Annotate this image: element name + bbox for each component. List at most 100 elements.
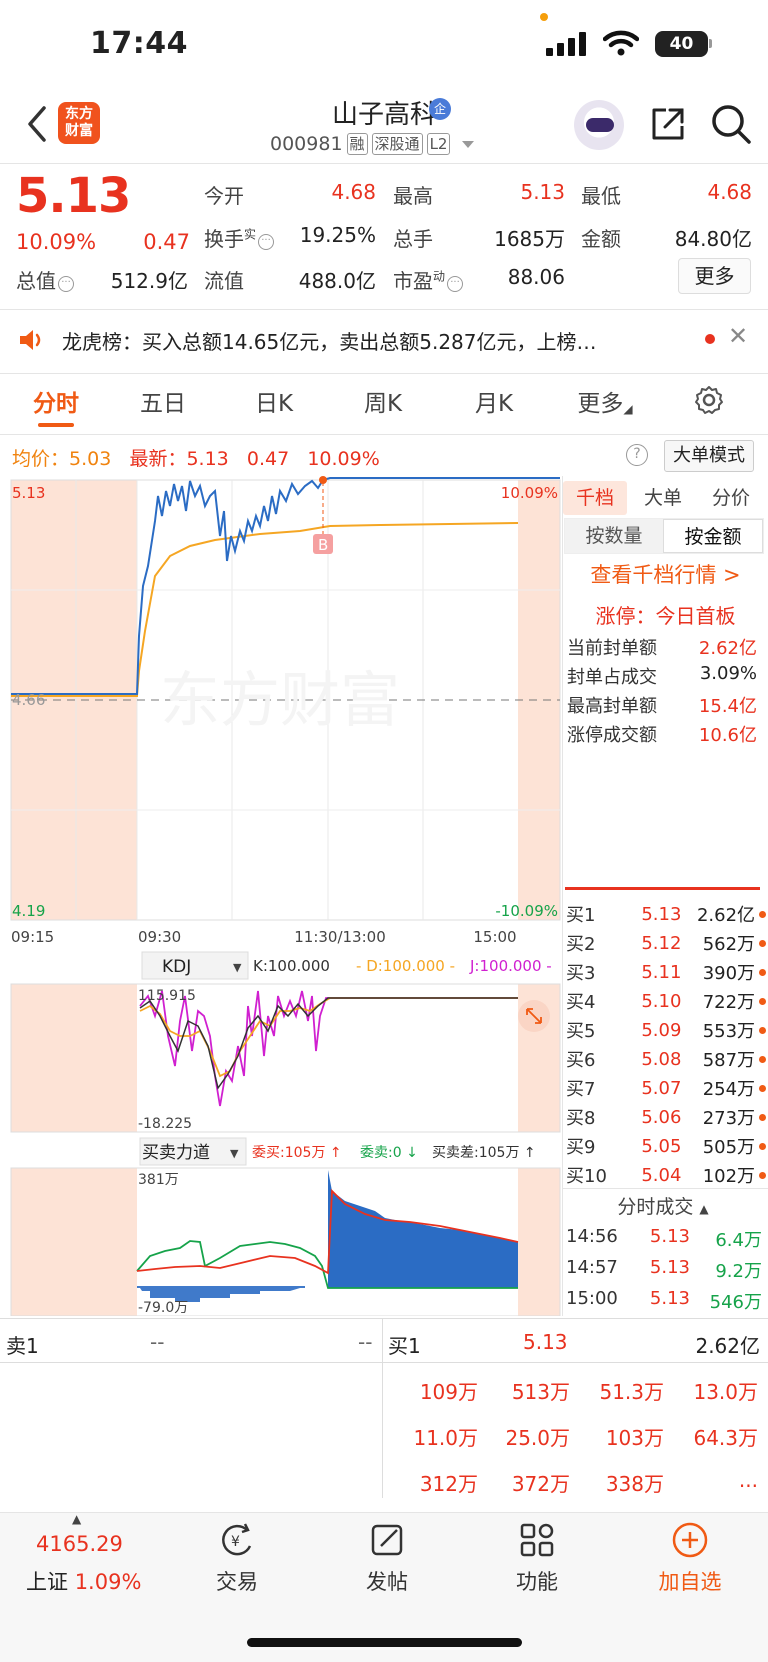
watermark: 东方财富 — [160, 667, 400, 734]
tab-depth[interactable]: 千档 — [563, 481, 627, 515]
intraday-info-line: 均价：5.03 最新：5.13 0.47 10.09% — [12, 444, 380, 471]
bid-volume: 102万 — [702, 1166, 756, 1187]
bid-dot — [759, 968, 767, 976]
nav-post[interactable]: 发帖 — [327, 1520, 447, 1596]
search-icon[interactable] — [709, 102, 753, 146]
kdj-d-text: D:100.000 — [366, 957, 445, 975]
tick-time: 14:57 — [566, 1257, 618, 1278]
pct-bottom-label: -10.09% — [495, 902, 558, 920]
turnover-sup: 实 — [244, 227, 257, 242]
queue-order: 64.3万 — [693, 1426, 758, 1450]
ask1-label: 卖1 — [6, 1334, 39, 1358]
queue-order: 312万 — [419, 1472, 478, 1496]
active-tab-indicator — [38, 423, 74, 427]
tab-monthly-k[interactable]: 月K — [464, 384, 524, 418]
index-row[interactable]: 上证 1.09% — [26, 1566, 141, 1596]
more-button[interactable]: 更多 — [678, 258, 751, 294]
avg-value: 5.03 — [69, 448, 112, 470]
stock-code-row[interactable]: 000981 融 深股通 L2 — [270, 133, 475, 155]
divider — [0, 434, 768, 435]
bid-volume: 2.62亿 — [696, 905, 756, 926]
battery-icon: 40 — [655, 31, 708, 57]
bid-label: 买8 — [566, 1108, 596, 1129]
trade-icon: ¥ — [222, 1523, 252, 1556]
help-icon[interactable]: ? — [626, 444, 648, 466]
chevron-up-icon: ▲ — [699, 1202, 709, 1216]
tick-row: 14:57 5.13 9.2万 — [566, 1257, 762, 1283]
chevron-up-icon: ▲ — [72, 1512, 82, 1526]
big-order-mode-button[interactable]: 大单模式 — [664, 440, 754, 472]
force-max-label: 381万 — [138, 1172, 179, 1188]
tick-row: 15:00 5.13 546万 — [566, 1288, 762, 1314]
tab-weekly-k[interactable]: 周K — [353, 384, 413, 418]
close-icon[interactable]: ✕ — [728, 322, 748, 350]
tick-volume: 546万 — [709, 1292, 762, 1313]
tick-header[interactable]: 分时成交 ▲ — [563, 1192, 763, 1219]
x-label-open-auction: 09:15 — [11, 928, 54, 946]
amount-value: 84.80亿 — [674, 227, 752, 251]
pe-sup: 动 — [433, 269, 446, 284]
change-amount: 0.47 — [143, 230, 190, 254]
bid-volume: 254万 — [702, 1079, 756, 1100]
bid-volume: 562万 — [702, 934, 756, 955]
mktcap-label: 总值 ··· — [16, 265, 74, 294]
view-depth-link[interactable]: 查看千档行情 > — [563, 559, 768, 589]
tab-more[interactable]: 更多◢ — [570, 384, 640, 418]
bid-price: 5.10 — [641, 990, 682, 1012]
bid-dot — [759, 997, 767, 1005]
bid-dot — [759, 1055, 767, 1063]
queue-order: 103万 — [605, 1426, 664, 1450]
queue-order: ... — [738, 1468, 758, 1492]
caret-icon: ◢ — [623, 402, 633, 416]
info-icon[interactable]: ··· — [58, 276, 74, 292]
post-market-shade — [518, 480, 560, 920]
bid-label: 买9 — [566, 1137, 596, 1158]
pe-value: 88.06 — [507, 265, 565, 289]
edit-icon — [371, 1524, 403, 1556]
limit-up-status: 涨停：今日首板 — [595, 604, 736, 628]
bid-price: 5.13 — [641, 903, 682, 925]
amount-label: 金额 — [581, 227, 621, 251]
by-quantity-button[interactable]: 按数量 — [565, 519, 663, 553]
tab-by-price[interactable]: 分价 — [699, 481, 763, 515]
float-label: 流值 — [204, 269, 244, 293]
by-amount-button[interactable]: 按金额 — [663, 519, 763, 553]
gear-icon[interactable] — [693, 384, 725, 416]
info-icon[interactable]: ··· — [447, 276, 464, 292]
dragon-tiger-text: 龙虎榜：买入总额14.65亿元，卖出总额5.287亿元，上榜… — [62, 330, 597, 354]
change-percent: 10.09% — [16, 230, 97, 254]
y-mid-label: 4.66 — [12, 691, 45, 709]
bid-price: 5.07 — [641, 1077, 682, 1099]
nav-trade[interactable]: ¥ 交易 — [177, 1520, 297, 1596]
bid-row: 买3 5.11 390万 — [566, 958, 767, 986]
tab-big-orders[interactable]: 大单 — [631, 481, 695, 515]
intraday-chart[interactable]: 东方财富 B 5.13 4.66 4.19 10.09% -10.09% 09:… — [0, 476, 563, 1316]
tab-five-day[interactable]: 五日 — [133, 384, 193, 418]
queue-order: 513万 — [511, 1380, 570, 1404]
status-time: 17:44 — [90, 26, 188, 61]
nav-functions[interactable]: 功能 — [477, 1520, 597, 1596]
bid-row: 买8 5.06 273万 — [566, 1103, 767, 1131]
force-positive-area — [328, 1170, 518, 1288]
bid-row: 买2 5.12 562万 — [566, 929, 767, 957]
mktcap-value: 512.9亿 — [110, 269, 188, 293]
pct-top-label: 10.09% — [501, 484, 558, 502]
bid-row: 买5 5.09 553万 — [566, 1016, 767, 1044]
index-value[interactable]: 4165.29 — [36, 1532, 123, 1556]
tab-intraday[interactable]: 分时 — [26, 384, 86, 418]
nav-add-watchlist[interactable]: 加自选 — [630, 1520, 750, 1596]
pe-label: 市盈动 ··· — [393, 265, 464, 294]
tab-daily-k[interactable]: 日K — [244, 384, 304, 418]
turnover-value: 19.25% — [299, 223, 376, 247]
open-value: 4.68 — [331, 180, 376, 204]
info-icon[interactable]: ··· — [258, 234, 275, 250]
svg-text:¥: ¥ — [231, 1534, 240, 1550]
kdj-j-line — [139, 990, 518, 1107]
share-icon[interactable] — [648, 104, 688, 144]
limit-separator — [565, 887, 760, 890]
bid-price: 5.04 — [641, 1164, 682, 1186]
latest-change: 0.47 — [246, 448, 290, 470]
divider — [0, 1362, 768, 1363]
tick-row: 14:56 5.13 6.4万 — [566, 1226, 762, 1252]
tab-more-label: 更多 — [577, 391, 624, 417]
